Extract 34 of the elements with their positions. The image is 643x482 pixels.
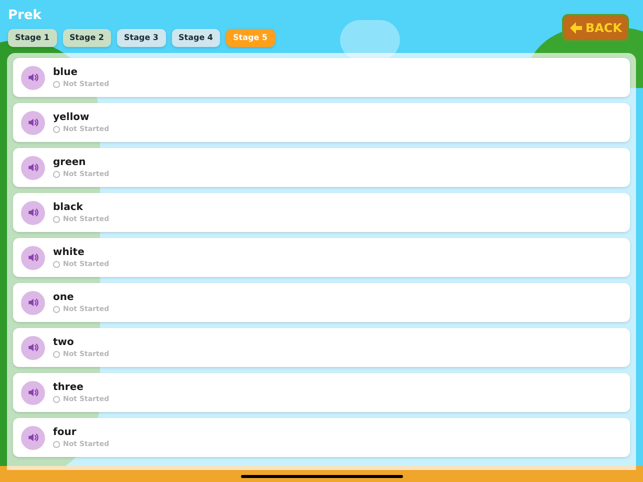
word-label: one [53,290,75,304]
speaker-icon [26,116,40,129]
word-label: yellow [53,110,90,124]
speaker-button[interactable] [21,110,45,134]
speaker-icon [26,251,40,264]
stage-tab[interactable]: Stage 4 [172,29,220,47]
word-label: black [53,200,84,214]
speaker-button[interactable] [21,290,45,314]
speaker-button[interactable] [21,336,45,360]
word-label: three [53,380,84,394]
speaker-button[interactable] [21,380,45,404]
speaker-button[interactable] [21,426,45,450]
word-label: blue [53,66,78,79]
speaker-icon [26,161,40,174]
word-label: four [53,426,78,439]
arrow-left-icon [569,21,584,35]
speaker-icon [26,206,40,219]
cloud-drawing [340,20,400,60]
speaker-button[interactable] [21,200,45,224]
stage-tab[interactable]: Stage 3 [117,29,166,47]
speaker-icon [26,341,40,354]
page-title: Prek [8,8,42,24]
word-label: two [53,336,75,349]
word-label: green [53,156,87,169]
stage-tab[interactable]: Stage 2 [62,29,111,47]
speaker-button[interactable] [21,66,45,90]
speaker-icon [26,386,40,399]
speaker-button[interactable] [21,156,45,180]
speaker-icon [26,431,40,444]
speaker-icon [26,296,40,309]
stage-tab[interactable]: Stage 1 [8,29,56,47]
speaker-icon [26,71,40,84]
word-label: white [53,246,86,259]
speaker-button[interactable] [21,246,45,270]
